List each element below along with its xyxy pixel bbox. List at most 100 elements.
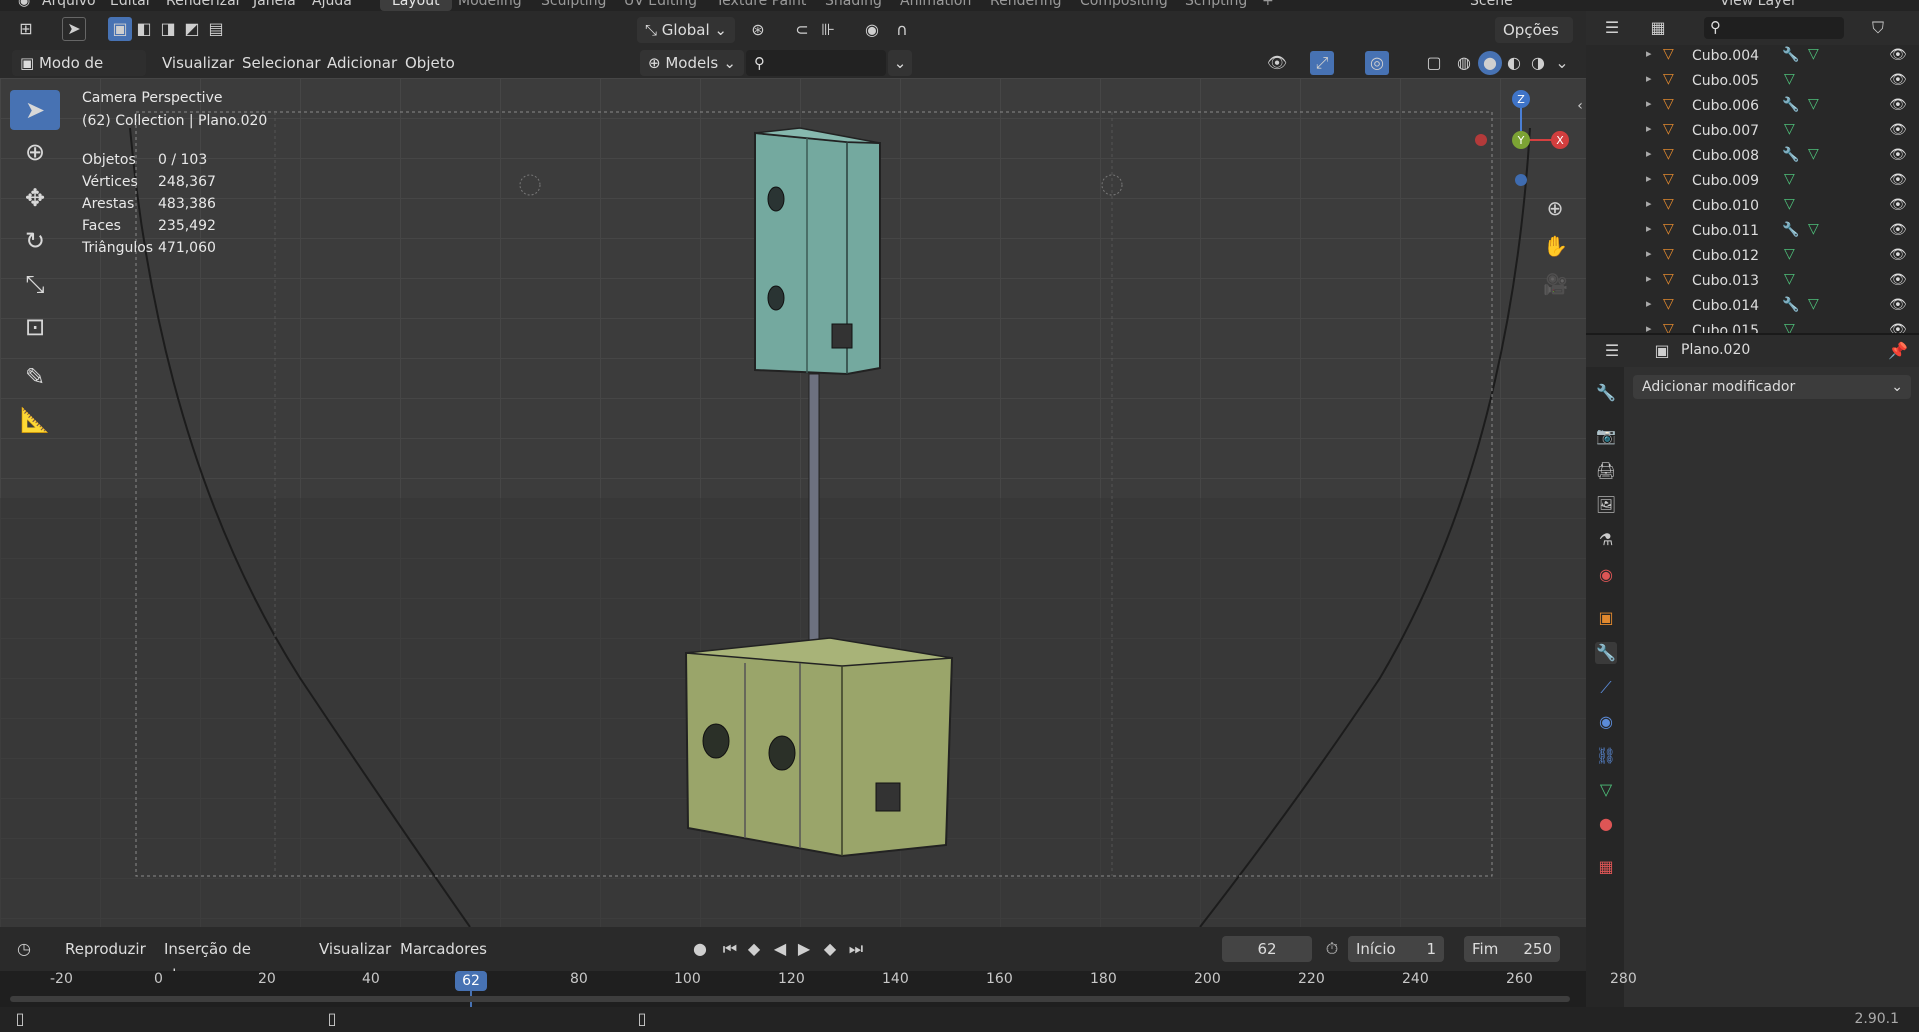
jump-end-icon[interactable]: ⏭ — [844, 937, 868, 961]
outliner-search-input[interactable]: ⚲ — [1704, 17, 1844, 39]
texture-tab-icon[interactable]: ▦ — [1595, 856, 1617, 878]
scale-tool-icon[interactable]: ⤡ — [10, 264, 60, 304]
modifier-tab-icon[interactable]: 🔧 — [1595, 642, 1617, 664]
select-intersect-icon[interactable]: ▤ — [204, 17, 228, 41]
start-frame-field[interactable]: Início 1 — [1348, 936, 1444, 962]
expand-icon[interactable]: ▸ — [1646, 222, 1652, 235]
play-reverse-icon[interactable]: ◀ — [768, 937, 792, 961]
xray-icon[interactable]: ▢ — [1422, 51, 1446, 75]
object-tab-icon[interactable]: ▣ — [1595, 607, 1617, 629]
transform-tool-icon[interactable]: ⊡ — [10, 307, 60, 347]
mesh-data-icon[interactable]: ▽ — [1808, 296, 1819, 312]
outliner-item[interactable]: ▸ ▽ Cubo.004 🔧 ▽ 👁 — [1586, 45, 1919, 70]
select-invert-icon[interactable]: ◩ — [180, 17, 204, 41]
editor-type-icon[interactable]: ☰ — [1600, 16, 1624, 40]
options-dropdown[interactable]: Opções⌄ — [1495, 17, 1573, 65]
mesh-data-icon[interactable]: ▽ — [1784, 71, 1795, 87]
tool-tab-icon[interactable]: 🔧 — [1595, 382, 1617, 404]
select-subtract-icon[interactable]: ◨ — [156, 17, 180, 41]
eye-visibility-icon[interactable]: 👁 — [1889, 147, 1907, 163]
falloff-icon[interactable]: ∩ — [890, 18, 914, 42]
mode-dropdown[interactable]: ▣ Modo de obj... — [12, 50, 146, 98]
mesh-data-tab-icon[interactable]: ▽ — [1595, 779, 1617, 801]
tab-texture-paint[interactable]: Texture Paint — [716, 0, 806, 9]
scene-selector[interactable]: Scene — [1470, 0, 1513, 9]
outliner-item[interactable]: ▸ ▽ Cubo.010 ▽ 👁 — [1586, 195, 1919, 220]
select-new-icon[interactable]: ▣ — [108, 17, 132, 41]
expand-icon[interactable]: ▸ — [1646, 47, 1652, 60]
tab-compositing[interactable]: Compositing — [1080, 0, 1168, 9]
snap-target-icon[interactable]: ⊪ — [816, 18, 840, 42]
eye-visibility-icon[interactable]: 👁 — [1889, 72, 1907, 88]
eye-visibility-icon[interactable]: 👁 — [1889, 247, 1907, 263]
overlays-toggle-icon[interactable]: ◎ — [1365, 51, 1389, 75]
view-layer-tab-icon[interactable]: 🖼 — [1595, 494, 1617, 516]
outliner-item[interactable]: ▸ ▽ Cubo.008 🔧 ▽ 👁 — [1586, 145, 1919, 170]
eye-visibility-icon[interactable]: 👁 — [1889, 297, 1907, 313]
eye-visibility-icon[interactable]: 👁 — [1889, 222, 1907, 238]
expand-icon[interactable]: ▸ — [1646, 272, 1652, 285]
timeline-ruler[interactable]: -20 0 20 40 80 100 120 140 160 180 200 220 240 260 280… — [0, 971, 1637, 1007]
prev-keyframe-icon[interactable]: ◆ — [742, 937, 766, 961]
play-icon[interactable]: ▶ — [792, 937, 816, 961]
menu-arquivo[interactable]: Arquivo — [42, 0, 96, 9]
clock-editor-icon[interactable]: ◷ — [12, 937, 36, 961]
next-keyframe-icon[interactable]: ◆ — [818, 937, 842, 961]
mesh-data-icon[interactable]: ▽ — [1808, 96, 1819, 112]
menu-ajuda[interactable]: Ajuda — [312, 0, 352, 9]
menu-selecionar[interactable]: Selecionar — [242, 50, 321, 76]
menu-insercao-chaves[interactable]: Inserção de chaves ⌄ — [156, 936, 309, 984]
add-modifier-dropdown[interactable]: Adicionar modificador ⌄ — [1633, 375, 1911, 399]
modifier-icon[interactable]: 🔧 — [1782, 47, 1799, 63]
expand-icon[interactable]: ▸ — [1646, 247, 1652, 260]
playhead-frame[interactable]: 62 — [455, 971, 487, 991]
filter-icon[interactable]: ⛉ — [1866, 16, 1890, 40]
menu-reproduzir[interactable]: Reproduzir ⌄ — [57, 936, 152, 984]
hand-pan-icon[interactable]: ✋ — [1543, 234, 1568, 258]
rendered-shading-icon[interactable]: ◑ — [1526, 51, 1550, 75]
end-frame-field[interactable]: Fim 250 — [1464, 936, 1560, 962]
modifier-icon[interactable]: 🔧 — [1782, 147, 1799, 163]
blender-logo-icon[interactable]: ◉ — [18, 0, 30, 9]
outliner-item[interactable]: ▸ ▽ Cubo.009 ▽ 👁 — [1586, 170, 1919, 195]
outliner-item[interactable]: ▸ ▽ Cubo.005 ▽ 👁 — [1586, 70, 1919, 95]
material-tab-icon[interactable]: ● — [1595, 813, 1617, 835]
stopwatch-icon[interactable]: ⏱ — [1320, 937, 1344, 961]
menu-marcadores[interactable]: Marcadores — [400, 936, 487, 962]
menu-editar[interactable]: Editar — [110, 0, 151, 9]
expand-icon[interactable]: ▸ — [1646, 197, 1652, 210]
eye-visibility-icon[interactable]: 👁 — [1889, 97, 1907, 113]
mesh-data-icon[interactable]: ▽ — [1808, 46, 1819, 62]
menu-janela[interactable]: Janela — [253, 0, 296, 9]
outliner-item[interactable]: ▸ ▽ Cubo.012 ▽ 👁 — [1586, 245, 1919, 270]
tab-shading[interactable]: Shading — [825, 0, 882, 9]
mesh-data-icon[interactable]: ▽ — [1808, 146, 1819, 162]
tab-scripting[interactable]: Scripting — [1185, 0, 1247, 9]
record-icon[interactable]: ● — [688, 937, 712, 961]
particles-tab-icon[interactable]: ⟋ — [1595, 677, 1617, 699]
solid-shading-icon[interactable]: ● — [1478, 51, 1502, 75]
tab-modeling[interactable]: Modeling — [458, 0, 522, 9]
material-shading-icon[interactable]: ◐ — [1502, 51, 1526, 75]
view-layer-selector[interactable]: View Layer — [1720, 0, 1797, 9]
mesh-data-icon[interactable]: ▽ — [1808, 221, 1819, 237]
modifier-icon[interactable]: 🔧 — [1782, 97, 1799, 113]
pin-icon[interactable]: 📌 — [1886, 339, 1910, 363]
world-tab-icon[interactable]: ◉ — [1595, 564, 1617, 586]
menu-adicionar[interactable]: Adicionar — [327, 50, 397, 76]
menu-timeline-visualizar[interactable]: Visualizar — [319, 936, 391, 962]
mesh-data-icon[interactable]: ▽ — [1784, 271, 1795, 287]
cursor-tool-icon[interactable]: ⊕ — [10, 132, 60, 172]
timeline-scrollbar[interactable] — [10, 996, 1570, 1002]
display-mode-icon[interactable]: ▦ — [1646, 16, 1670, 40]
add-workspace-icon[interactable]: + — [1262, 0, 1274, 9]
expand-icon[interactable]: ▸ — [1646, 97, 1652, 110]
outliner-item[interactable]: ▸ ▽ Cubo.006 🔧 ▽ 👁 — [1586, 95, 1919, 120]
current-frame-field[interactable]: 62 — [1222, 936, 1312, 962]
outliner-item[interactable]: ▸ ▽ Cubo.007 ▽ 👁 — [1586, 120, 1919, 145]
constraints-tab-icon[interactable]: ⛓ — [1595, 745, 1617, 767]
camera-view-icon[interactable]: 🎥 — [1543, 272, 1568, 296]
tab-animation[interactable]: Animation — [900, 0, 971, 9]
chevron-left-icon[interactable]: ‹ — [1568, 94, 1586, 118]
gizmo-toggle-icon[interactable]: ⤢ — [1310, 51, 1334, 75]
